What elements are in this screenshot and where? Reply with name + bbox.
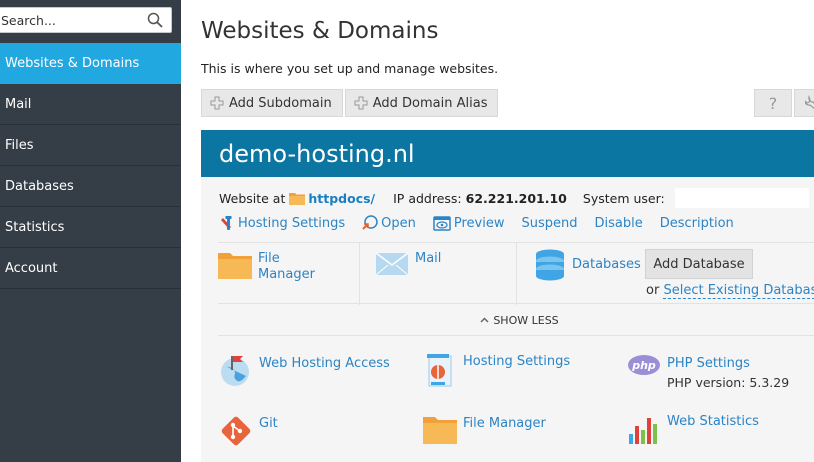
tool-web-hosting-access[interactable]: Web Hosting Access <box>219 354 390 388</box>
hosting-settings-doc-icon <box>427 354 452 387</box>
add-subdomain-button[interactable]: Add Subdomain <box>201 89 343 117</box>
add-subdomain-label: Add Subdomain <box>229 95 332 111</box>
tools-icon <box>219 216 232 230</box>
add-database-label: Add Database <box>653 256 745 272</box>
php-version-text: PHP version: 5.3.29 <box>667 375 790 390</box>
file-manager-line1: File <box>258 251 280 266</box>
php-icon: php <box>628 355 660 375</box>
web-hosting-access-icon <box>221 356 249 386</box>
hosting-settings-tool-label: Hosting Settings <box>463 354 571 369</box>
git-label: Git <box>259 416 278 431</box>
select-existing-database-link[interactable]: Select Existing Database <box>663 283 814 299</box>
sidebar-item-files[interactable]: Files <box>0 125 181 166</box>
domain-name: demo-hosting.nl <box>201 130 814 177</box>
sidebar-item-websites-domains[interactable]: Websites & Domains <box>0 43 181 84</box>
or-label: or <box>646 283 660 298</box>
file-manager-folder-icon <box>423 417 457 444</box>
quick-access-row: File Manager Mail Databases Add Database… <box>218 242 814 305</box>
help-button[interactable]: ? <box>754 89 792 117</box>
preview-link[interactable]: Preview <box>433 216 505 231</box>
tools-button[interactable] <box>794 89 814 117</box>
ip-value: 62.221.201.10 <box>465 190 567 206</box>
web-hosting-access-label: Web Hosting Access <box>259 356 390 371</box>
page-title: Websites & Domains <box>201 18 439 44</box>
folder-icon <box>218 253 252 279</box>
plus-icon <box>354 96 368 110</box>
add-domain-alias-label: Add Domain Alias <box>372 95 488 111</box>
sidebar-item-label: Statistics <box>5 219 65 235</box>
disable-label: Disable <box>594 215 643 231</box>
suspend-link[interactable]: Suspend <box>522 216 578 231</box>
file-manager-tool-label: File Manager <box>463 416 546 431</box>
web-statistics-icon <box>629 418 657 444</box>
php-badge-text: php <box>631 359 656 372</box>
sidebar-item-label: Mail <box>5 96 32 112</box>
sidebar-item-account[interactable]: Account <box>0 248 181 289</box>
database-icon <box>536 249 564 281</box>
git-icon <box>221 416 251 446</box>
sidebar-nav: Websites & Domains Mail Files Databases … <box>0 43 181 289</box>
sidebar-item-mail[interactable]: Mail <box>0 84 181 125</box>
sidebar-item-label: Databases <box>5 178 74 194</box>
quick-mail[interactable]: Mail <box>376 251 441 313</box>
folder-icon <box>289 192 306 205</box>
sidebar-item-label: Files <box>5 137 34 153</box>
php-settings-text: PHP Settings <box>667 356 750 371</box>
page-description: This is where you set up and manage webs… <box>201 61 499 76</box>
search-icon[interactable] <box>147 12 163 28</box>
quick-file-manager[interactable]: File Manager <box>218 251 315 313</box>
divider <box>516 243 517 305</box>
tool-php-settings[interactable]: php PHP Settings PHP version: 5.3.29 <box>627 354 789 391</box>
open-globe-icon <box>362 215 378 230</box>
add-database-button[interactable]: Add Database <box>645 249 753 279</box>
add-domain-alias-button[interactable]: Add Domain Alias <box>344 89 499 117</box>
quick-databases[interactable]: Databases <box>535 249 641 311</box>
ip-label: IP address: <box>393 190 462 206</box>
sysuser-value <box>674 188 809 208</box>
tool-web-statistics[interactable]: Web Statistics <box>627 412 759 446</box>
sidebar-item-databases[interactable]: Databases <box>0 166 181 207</box>
domain-actions: Hosting Settings Open Preview Suspend Di… <box>217 215 751 231</box>
preview-label: Preview <box>453 215 505 231</box>
help-icon: ? <box>768 93 778 113</box>
docroot-link[interactable]: httpdocs/ <box>308 191 375 206</box>
select-existing-db-row: or Select Existing Database <box>646 283 814 299</box>
show-less-toggle[interactable]: SHOW LESS <box>218 305 814 336</box>
description-label: Description <box>659 215 734 231</box>
open-label: Open <box>381 215 416 231</box>
search-box <box>0 7 172 33</box>
tool-hosting-settings[interactable]: Hosting Settings <box>423 352 570 388</box>
wrench-icon <box>805 95 814 110</box>
mail-icon <box>376 252 408 276</box>
domain-info-row: Website at httpdocs/ IP address: 62.221.… <box>219 188 809 208</box>
databases-label: Databases <box>572 257 641 272</box>
description-link[interactable]: Description <box>660 216 734 231</box>
plus-icon <box>210 96 224 110</box>
main-content: Websites & Domains This is where you set… <box>181 0 814 462</box>
sysuser-label: System user: <box>582 190 665 206</box>
tool-file-manager[interactable]: File Manager <box>423 414 546 444</box>
chevron-up-icon <box>480 317 489 323</box>
sidebar: Websites & Domains Mail Files Databases … <box>0 0 181 462</box>
toolbar: Add Subdomain Add Domain Alias <box>201 89 499 117</box>
sidebar-item-statistics[interactable]: Statistics <box>0 207 181 248</box>
preview-icon <box>433 215 451 231</box>
hosting-settings-label: Hosting Settings <box>238 215 346 231</box>
hosting-settings-link[interactable]: Hosting Settings <box>217 215 345 231</box>
domain-panel: demo-hosting.nl Website at httpdocs/ IP … <box>201 130 814 462</box>
web-statistics-label: Web Statistics <box>667 414 759 429</box>
disable-link[interactable]: Disable <box>595 216 643 231</box>
sidebar-item-label: Websites & Domains <box>5 56 140 71</box>
mail-label: Mail <box>415 251 442 266</box>
divider <box>359 243 360 305</box>
website-at-label: Website at <box>219 190 286 206</box>
search-input[interactable] <box>0 8 147 32</box>
suspend-label: Suspend <box>521 215 578 231</box>
sidebar-item-label: Account <box>5 260 58 276</box>
tool-git[interactable]: Git <box>219 414 278 448</box>
open-link[interactable]: Open <box>362 215 416 231</box>
php-settings-label: PHP Settings PHP version: 5.3.29 <box>667 354 789 391</box>
file-manager-line2: Manager <box>258 267 315 282</box>
show-less-label: SHOW LESS <box>493 313 559 327</box>
